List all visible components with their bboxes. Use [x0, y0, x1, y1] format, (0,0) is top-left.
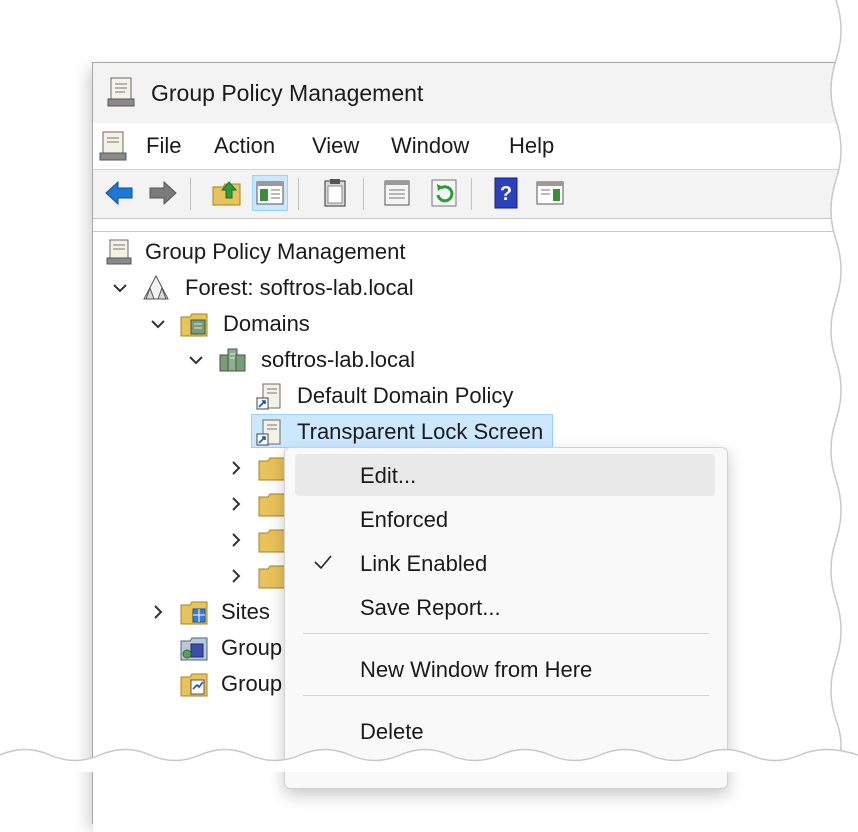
context-menu: Edit... Enforced Link Enabled Save Repor…	[284, 447, 728, 789]
clipboard-icon[interactable]	[318, 176, 352, 210]
back-arrow-icon[interactable]	[102, 176, 136, 210]
menu-bar: File Action View Window Help	[93, 123, 858, 170]
window-title: Group Policy Management	[151, 80, 424, 106]
tree-node-gpo-link-transparent[interactable]: Transparent Lock Screen	[253, 416, 573, 450]
menu-item-label: Edit...	[360, 463, 417, 488]
folder-icon	[258, 565, 286, 589]
context-menu-save-report[interactable]: Save Report...	[295, 586, 715, 628]
tree-node-group-policy-modeling[interactable]: Group	[145, 632, 295, 666]
sites-folder-icon	[180, 601, 208, 625]
tree-node-collapsed[interactable]	[221, 452, 291, 486]
properties-icon[interactable]	[380, 176, 414, 210]
tree-node-collapsed[interactable]	[221, 524, 291, 558]
menu-item-label: Link Enabled	[360, 551, 488, 576]
menu-action[interactable]: Action	[214, 133, 275, 159]
menu-item-label: Delete	[360, 719, 424, 744]
show-hide-console-tree-icon[interactable]	[252, 175, 288, 211]
chevron-right-icon[interactable]	[225, 493, 247, 515]
checkmark-icon	[314, 555, 332, 570]
chevron-right-icon[interactable]	[225, 529, 247, 551]
tree-node-forest[interactable]: Forest: softros-lab.local	[103, 272, 523, 306]
help-icon[interactable]: ?	[489, 176, 523, 210]
group-policy-modeling-icon	[180, 637, 208, 661]
tree-label: Transparent Lock Screen	[297, 419, 544, 444]
tree-label: Group	[221, 671, 283, 696]
tree-node-collapsed[interactable]	[221, 488, 291, 522]
refresh-icon[interactable]	[427, 176, 461, 210]
toolbar-separator	[298, 178, 299, 210]
forward-arrow-icon[interactable]	[146, 176, 180, 210]
tree-node-domains[interactable]: Domains	[141, 308, 441, 342]
tree-label: Default Domain Policy	[297, 383, 514, 408]
context-menu-edit[interactable]: Edit...	[295, 454, 715, 496]
tree-label: Group Policy Management	[145, 239, 406, 264]
tree-node-gpo-link-default[interactable]: Default Domain Policy	[253, 380, 573, 414]
chevron-down-icon[interactable]	[185, 349, 207, 371]
tree-label: Group	[221, 635, 283, 660]
chevron-down-icon[interactable]	[109, 277, 131, 299]
chevron-right-icon[interactable]	[225, 457, 247, 479]
chevron-right-icon[interactable]	[225, 565, 247, 587]
domains-folder-icon	[180, 313, 208, 337]
gpo-link-icon	[256, 419, 281, 446]
svg-text:?: ?	[500, 183, 512, 205]
menu-help[interactable]: Help	[509, 133, 554, 159]
menu-separator	[303, 695, 709, 696]
menu-window[interactable]: Window	[391, 133, 469, 159]
tree-node-collapsed[interactable]	[221, 560, 291, 594]
folder-icon	[258, 457, 286, 481]
menu-file[interactable]: File	[146, 133, 181, 159]
domain-icon	[219, 348, 246, 372]
tree-label: Sites	[221, 599, 270, 624]
context-menu-delete[interactable]: Delete	[295, 710, 715, 752]
folder-icon	[258, 529, 286, 553]
menu-view[interactable]: View	[312, 133, 359, 159]
tree-node-gpm-root[interactable]: Group Policy Management	[103, 236, 503, 270]
menu-separator	[303, 633, 709, 634]
toolbar: ?	[93, 170, 858, 219]
tree-label: Domains	[223, 311, 310, 336]
toolbar-separator	[363, 178, 364, 210]
tree-node-domain[interactable]: softros-lab.local	[179, 344, 479, 378]
toolbar-separator	[190, 178, 191, 210]
folder-icon	[258, 493, 286, 517]
tree-node-group-policy-results[interactable]: Group	[145, 668, 295, 702]
context-menu-link-enabled[interactable]: Link Enabled	[295, 542, 715, 584]
forest-icon	[143, 274, 169, 300]
menu-item-label: New Window from Here	[360, 657, 593, 682]
title-bar[interactable]: Group Policy Management	[93, 63, 858, 123]
context-menu-enforced[interactable]: Enforced	[295, 498, 715, 540]
context-menu-new-window[interactable]: New Window from Here	[295, 648, 715, 690]
gpm-icon	[106, 239, 132, 265]
tree-label: softros-lab.local	[261, 347, 416, 372]
group-policy-results-icon	[180, 673, 208, 697]
up-folder-icon[interactable]	[210, 176, 244, 210]
chevron-right-icon[interactable]	[147, 601, 169, 623]
menu-item-label: Enforced	[360, 507, 449, 532]
tree-node-sites[interactable]: Sites	[145, 596, 295, 630]
toolbar-separator	[471, 178, 472, 210]
chevron-down-icon[interactable]	[147, 313, 169, 335]
gpm-app-icon	[107, 77, 135, 107]
menu-item-label: Save Report...	[360, 595, 501, 620]
tree-label: Forest: softros-lab.local	[185, 275, 414, 300]
show-action-pane-icon[interactable]	[533, 176, 567, 210]
system-menu-icon[interactable]	[97, 129, 131, 163]
gpo-link-icon	[256, 383, 281, 410]
